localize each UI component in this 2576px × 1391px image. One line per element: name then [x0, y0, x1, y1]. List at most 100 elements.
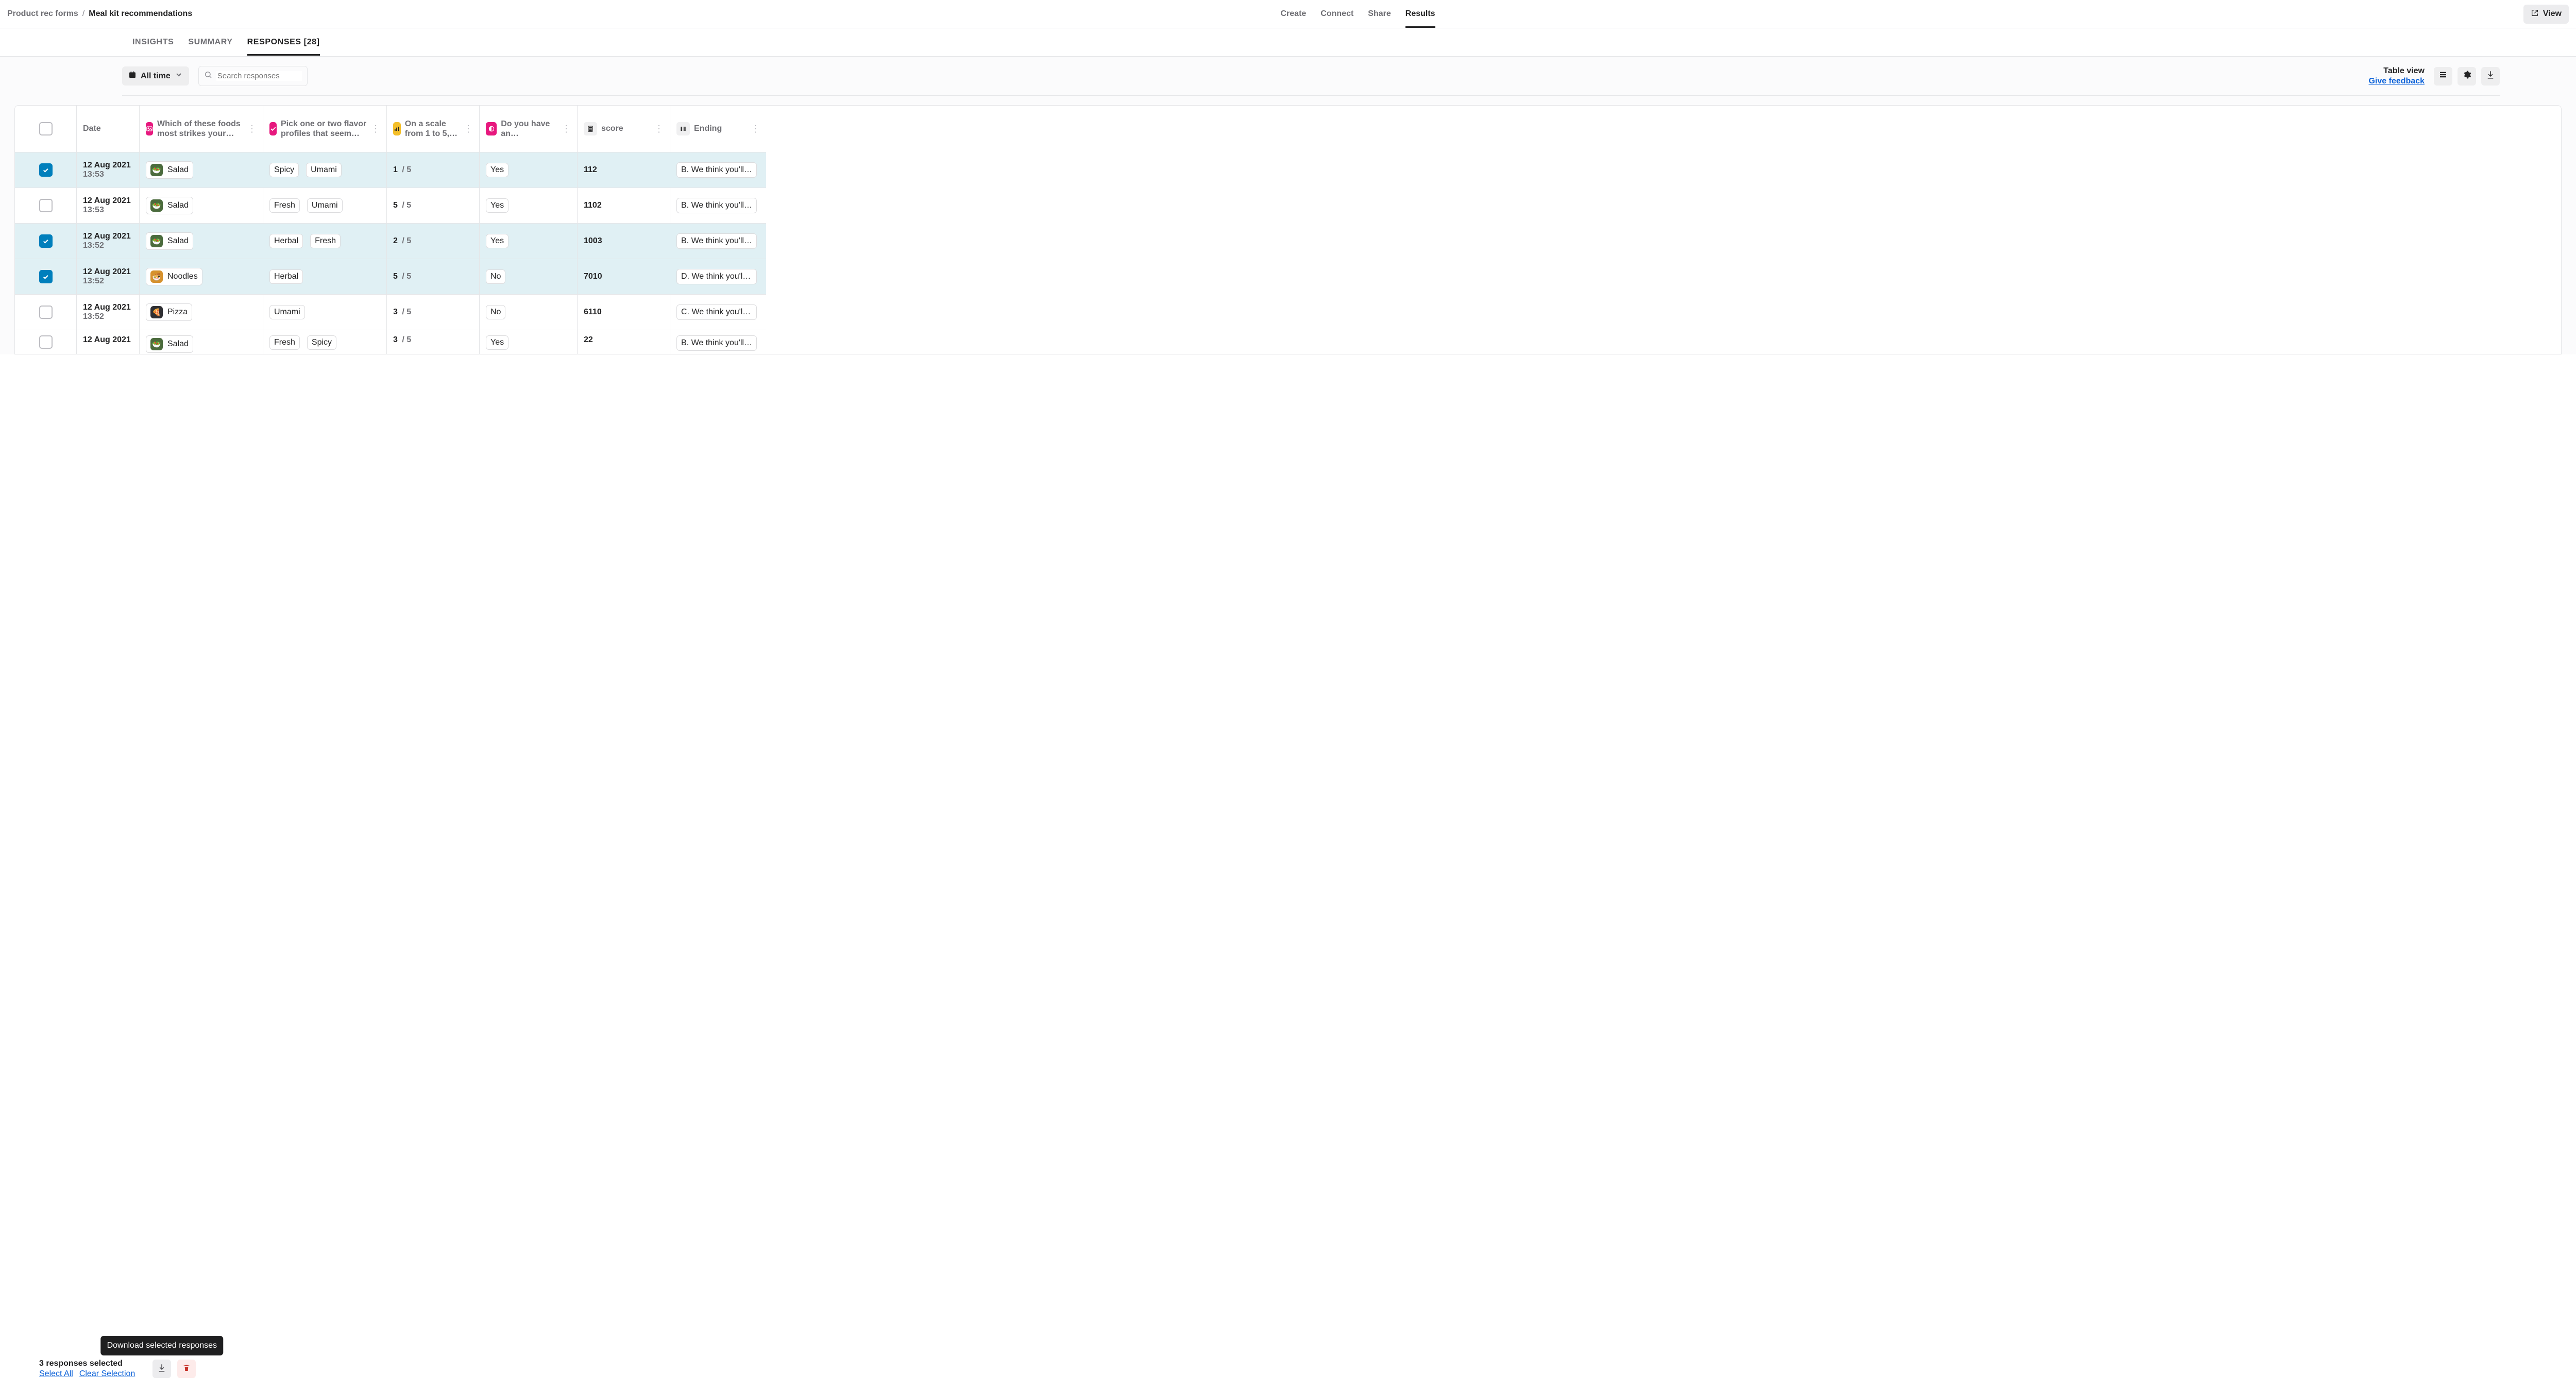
- ending-chip[interactable]: B. We think you'll lo: [676, 335, 757, 351]
- select-all-link[interactable]: Select All: [39, 1369, 73, 1379]
- view-button[interactable]: View: [2523, 5, 2569, 24]
- row-checkbox[interactable]: [39, 335, 53, 349]
- sub-nav: INSIGHTS SUMMARY RESPONSES [28]: [0, 28, 2576, 57]
- food-thumb: 🥗: [150, 338, 163, 350]
- table-view-title: Table view: [2383, 66, 2425, 76]
- header-q1[interactable]: Which of these foods most strikes your… …: [140, 106, 263, 152]
- header-date[interactable]: Date: [77, 106, 140, 152]
- header-q2[interactable]: Pick one or two flavor profiles that see…: [263, 106, 387, 152]
- row-checkbox[interactable]: [39, 199, 53, 212]
- food-thumb: 🥗: [150, 164, 163, 176]
- scale-value: 5 / 5: [393, 201, 411, 210]
- ending-chip[interactable]: B. We think you'll lo: [676, 233, 757, 249]
- header-q4[interactable]: Do you have an… ⋮: [480, 106, 578, 152]
- columns-icon: [676, 122, 690, 135]
- tab-connect[interactable]: Connect: [1320, 9, 1353, 19]
- delete-selected-button[interactable]: [177, 1360, 196, 1378]
- table-view-actions: Table view Give feedback: [2369, 66, 2500, 86]
- header-ending[interactable]: Ending ⋮: [670, 106, 766, 152]
- row-checkbox[interactable]: [39, 163, 53, 177]
- image-icon: [146, 122, 153, 135]
- header-q3[interactable]: On a scale from 1 to 5,… ⋮: [387, 106, 480, 152]
- choice-chip[interactable]: Yes: [486, 198, 509, 213]
- select-all-checkbox[interactable]: [39, 122, 53, 135]
- calculator-icon: [584, 122, 597, 135]
- column-menu-icon[interactable]: ⋮: [751, 124, 760, 133]
- header-q4-label: Do you have an…: [501, 119, 557, 139]
- row-checkbox[interactable]: [39, 306, 53, 319]
- search-input-wrapper[interactable]: [198, 66, 308, 86]
- score-value: 22: [584, 335, 593, 345]
- flavor-chip[interactable]: Spicy: [307, 335, 336, 350]
- choice-chip[interactable]: No: [486, 305, 505, 319]
- column-menu-icon[interactable]: ⋮: [562, 124, 571, 133]
- header-score[interactable]: score ⋮: [578, 106, 670, 152]
- choice-chip[interactable]: Yes: [486, 163, 509, 177]
- food-chip[interactable]: 🥗Salad: [146, 232, 193, 250]
- flavor-chip[interactable]: Umami: [307, 198, 343, 213]
- search-input[interactable]: [216, 71, 302, 81]
- settings-button[interactable]: [2458, 67, 2476, 86]
- download-button[interactable]: [2481, 67, 2500, 86]
- column-menu-icon[interactable]: ⋮: [654, 124, 664, 133]
- flavor-chip[interactable]: Fresh: [269, 335, 300, 350]
- selection-text-block: 3 responses selected Select All Clear Se…: [39, 1359, 135, 1379]
- subtab-responses[interactable]: RESPONSES [28]: [247, 38, 320, 47]
- choice-chip[interactable]: Yes: [486, 335, 509, 350]
- food-chip[interactable]: 🥗Salad: [146, 335, 193, 353]
- row-checkbox[interactable]: [39, 270, 53, 283]
- food-chip[interactable]: 🥗Salad: [146, 197, 193, 214]
- ending-chip[interactable]: B. We think you'll lo: [676, 162, 757, 178]
- food-chip[interactable]: 🍜Noodles: [146, 268, 202, 285]
- open-external-icon: [2531, 9, 2539, 20]
- tab-create[interactable]: Create: [1280, 9, 1306, 19]
- download-selected-button[interactable]: [152, 1360, 171, 1378]
- flavor-chip[interactable]: Umami: [269, 305, 305, 319]
- download-tooltip: Download selected responses: [101, 1336, 223, 1355]
- flavor-chip[interactable]: Herbal: [269, 269, 303, 284]
- flavor-chip[interactable]: Fresh: [269, 198, 300, 213]
- header-q1-label: Which of these foods most strikes your…: [157, 119, 243, 139]
- subtab-insights[interactable]: INSIGHTS: [132, 38, 174, 47]
- breadcrumb-separator: /: [82, 9, 84, 19]
- scale-value: 3 / 5: [393, 335, 411, 345]
- row-checkbox[interactable]: [39, 234, 53, 248]
- density-button[interactable]: [2434, 67, 2452, 86]
- flavor-chip[interactable]: Herbal: [269, 234, 303, 248]
- tab-results[interactable]: Results: [1405, 9, 1435, 19]
- food-chip[interactable]: 🥗Salad: [146, 161, 193, 179]
- ending-chip[interactable]: D. We think you'll lo: [676, 269, 757, 284]
- flavor-chip[interactable]: Fresh: [310, 234, 341, 248]
- scale-value: 2 / 5: [393, 236, 411, 246]
- choice-chip[interactable]: Yes: [486, 234, 509, 248]
- selection-footer: 3 responses selected Select All Clear Se…: [0, 1352, 2576, 1391]
- row-date: 12 Aug 202113:52: [83, 303, 131, 321]
- column-menu-icon[interactable]: ⋮: [247, 124, 257, 133]
- breadcrumb-parent[interactable]: Product rec forms: [7, 9, 78, 19]
- gear-icon: [2462, 70, 2471, 82]
- scale-value: 1 / 5: [393, 165, 411, 175]
- ending-chip[interactable]: C. We think you'll lo: [676, 304, 757, 320]
- density-icon: [2438, 70, 2448, 82]
- scale-value: 5 / 5: [393, 272, 411, 281]
- row-date: 12 Aug 2021: [83, 335, 131, 345]
- column-menu-icon[interactable]: ⋮: [464, 124, 473, 133]
- choice-chip[interactable]: No: [486, 269, 505, 284]
- breadcrumb-current: Meal kit recommendations: [89, 9, 192, 19]
- header-ending-label: Ending: [694, 124, 722, 133]
- flavor-chip[interactable]: Spicy: [269, 163, 299, 177]
- food-chip[interactable]: 🍕Pizza: [146, 303, 192, 321]
- time-filter[interactable]: All time: [122, 66, 189, 86]
- feedback-link[interactable]: Give feedback: [2369, 76, 2425, 86]
- subtab-summary[interactable]: SUMMARY: [188, 38, 232, 47]
- ending-chip[interactable]: B. We think you'll lo: [676, 198, 757, 213]
- row-date: 12 Aug 202113:53: [83, 196, 131, 215]
- contrast-icon: [486, 122, 497, 135]
- calendar-icon: [128, 71, 137, 81]
- clear-selection-link[interactable]: Clear Selection: [79, 1369, 135, 1379]
- chevron-down-icon: [175, 71, 183, 81]
- column-menu-icon[interactable]: ⋮: [371, 124, 380, 133]
- tab-share[interactable]: Share: [1368, 9, 1391, 19]
- topbar: Product rec forms / Meal kit recommendat…: [0, 0, 2576, 28]
- flavor-chip[interactable]: Umami: [306, 163, 342, 177]
